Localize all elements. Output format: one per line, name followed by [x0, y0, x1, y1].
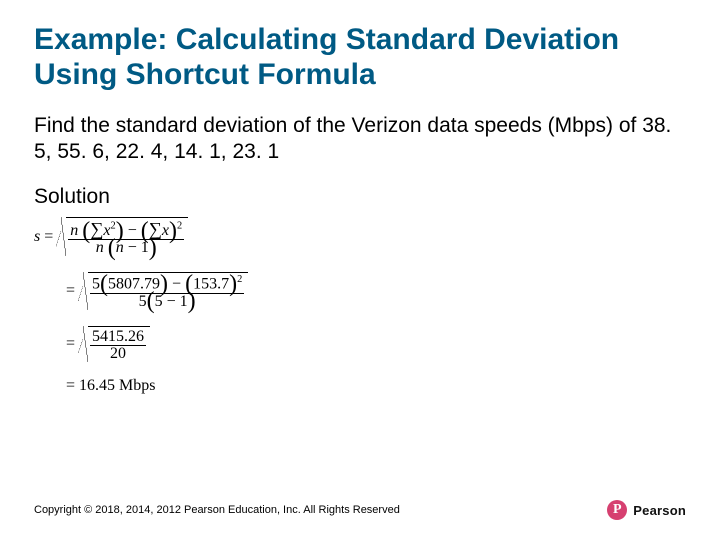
radical-sign-icon	[78, 326, 88, 362]
sq-exp-2: 2	[177, 221, 182, 232]
numerator-value: 5415.26	[90, 329, 146, 346]
n-value-2: 5	[139, 293, 147, 310]
sum-x-value: 153.7	[193, 276, 229, 293]
n-symbol-den: n	[96, 239, 104, 256]
equals-sign-4: =	[66, 377, 75, 394]
x-symbol-2: x	[162, 222, 169, 239]
sigma-icon: ∑	[90, 219, 103, 239]
solution-heading: Solution	[34, 185, 686, 209]
square-root-3: 5415.26 20	[78, 326, 150, 362]
slide-title: Example: Calculating Standard Deviation …	[34, 22, 686, 93]
square-root: n (∑x2) − (∑x)2 n (n − 1)	[56, 217, 188, 256]
minus-sign: −	[128, 222, 137, 239]
right-paren: )	[116, 218, 124, 244]
equals-sign-2: =	[66, 283, 75, 299]
rp4: )	[160, 271, 168, 297]
radical-sign-icon	[78, 272, 88, 309]
minus-sign-3: −	[172, 276, 181, 293]
lp6: (	[147, 288, 155, 314]
slide: Example: Calculating Standard Deviation …	[0, 0, 720, 540]
left-paren-3: (	[108, 235, 116, 261]
radical-sign-icon	[56, 217, 66, 256]
rp5: )	[229, 271, 237, 297]
fraction-2: 5(5807.79) − (153.7)2 5(5 − 1)	[90, 275, 244, 309]
right-paren-3: )	[149, 235, 157, 261]
pearson-wordmark: Pearson	[633, 503, 686, 518]
formula-step-3: = 5415.26 20	[34, 326, 686, 362]
left-paren: (	[82, 218, 90, 244]
fraction: n (∑x2) − (∑x)2 n (n − 1)	[68, 220, 184, 256]
formula-step-1: s = n (∑x2) − (∑x)2 n (n − 1)	[34, 217, 686, 256]
sq-exp-3: 2	[237, 274, 242, 285]
variable-s: s	[34, 229, 40, 245]
pearson-logo: P Pearson	[607, 500, 686, 520]
left-paren-2: (	[141, 218, 149, 244]
fraction-3: 5415.26 20	[90, 329, 146, 362]
n-symbol: n	[70, 222, 78, 239]
equals-sign: =	[44, 229, 53, 245]
problem-statement: Find the standard deviation of the Veriz…	[34, 113, 686, 166]
slide-footer: Copyright © 2018, 2014, 2012 Pearson Edu…	[34, 500, 686, 520]
minus-sign-2: −	[128, 239, 137, 256]
copyright-text: Copyright © 2018, 2014, 2012 Pearson Edu…	[34, 504, 400, 516]
lp4: (	[100, 271, 108, 297]
pearson-p-icon: P	[607, 500, 627, 520]
formula-result: = 16.45 Mbps	[34, 378, 686, 394]
sq-exp: 2	[111, 221, 116, 232]
n-value: 5	[92, 276, 100, 293]
right-paren-2: )	[169, 218, 177, 244]
formula-step-2: = 5(5807.79) − (153.7)2 5(5 − 1)	[34, 272, 686, 309]
equals-sign-3: =	[66, 336, 75, 352]
result-value: 16.45	[79, 377, 115, 394]
rp6: )	[188, 288, 196, 314]
denominator-value: 20	[108, 346, 128, 362]
result-unit: Mbps	[119, 377, 155, 394]
square-root-2: 5(5807.79) − (153.7)2 5(5 − 1)	[78, 272, 248, 309]
math-derivation: s = n (∑x2) − (∑x)2 n (n − 1)	[34, 217, 686, 393]
